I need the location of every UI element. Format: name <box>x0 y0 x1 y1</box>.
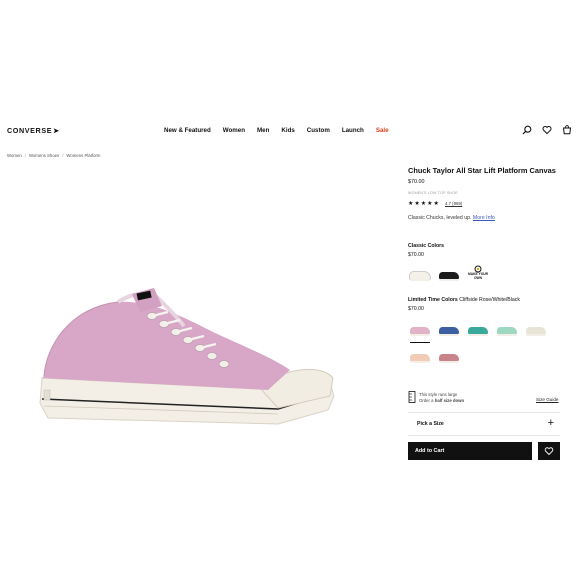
swatch-limited-mint[interactable] <box>495 318 519 342</box>
limited-colors-title: Limited Time Colors Cliffside Rose/White… <box>408 297 520 303</box>
breadcrumb-separator: / <box>24 153 26 158</box>
limited-colors-heading: Limited Time Colors <box>408 297 458 303</box>
swatch-limited-peach[interactable] <box>408 345 432 369</box>
rating-link[interactable]: 4.7 (969) <box>445 201 462 206</box>
nav-men[interactable]: Men <box>257 127 269 134</box>
breadcrumb-women[interactable]: Women <box>7 153 22 158</box>
nav-sale[interactable]: Sale <box>376 127 389 134</box>
nav-kids[interactable]: Kids <box>281 127 294 134</box>
swatch-limited-cream[interactable] <box>524 318 548 342</box>
selected-color-name: Cliffside Rose/White/Black <box>459 297 520 303</box>
product-price: $70.00 <box>408 179 425 185</box>
nav-custom[interactable]: Custom <box>307 127 330 134</box>
breadcrumb: Women / Womens Shoes / Womens Platform <box>7 153 103 158</box>
nav-women[interactable]: Women <box>223 127 245 134</box>
product-subtitle: WOMEN'S LOW TOP SHOE <box>408 191 458 195</box>
logo-arrow-icon: ➤ <box>53 128 60 135</box>
more-info-link[interactable]: More Info <box>473 215 495 221</box>
classic-colors-price: $70.00 <box>408 252 424 258</box>
make-your-own-swatch[interactable]: MAKE YOUR OWN <box>466 261 490 285</box>
main-nav: New & Featured Women Men Kids Custom Lau… <box>164 127 401 134</box>
product-title: Chuck Taylor All Star Lift Platform Canv… <box>408 166 556 175</box>
add-to-favorites-button[interactable] <box>538 442 560 460</box>
limited-colors-price: $70.00 <box>408 306 424 312</box>
swatch-limited-mauve[interactable] <box>437 345 461 369</box>
pick-size-dropdown[interactable]: Pick a Size + <box>408 412 560 436</box>
search-icon[interactable] <box>522 125 532 135</box>
rating-stars-icon: ★★★★★ <box>408 201 440 207</box>
swatch-limited-rose[interactable] <box>408 318 432 343</box>
swatch-limited-navy[interactable] <box>437 318 461 342</box>
size-guide-link[interactable]: Size Guide <box>536 397 558 402</box>
add-to-cart-label: Add to Cart <box>415 448 445 454</box>
swatch-classic-white[interactable] <box>408 263 432 287</box>
swatch-classic-black[interactable] <box>437 263 461 287</box>
product-image <box>39 288 335 425</box>
pick-size-label: Pick a Size <box>417 421 444 427</box>
bag-icon[interactable] <box>562 125 572 135</box>
heart-icon <box>544 447 554 456</box>
fit-note: This style runs large Order a half size … <box>419 392 464 403</box>
converse-logo[interactable]: CONVERSE➤ <box>7 126 60 135</box>
heart-icon[interactable] <box>542 125 552 135</box>
plus-icon: + <box>547 417 554 429</box>
fit-note-line2: Order a half size down <box>419 397 465 403</box>
ruler-icon <box>408 391 416 403</box>
nav-launch[interactable]: Launch <box>342 127 364 134</box>
classic-colors-title: Classic Colors <box>408 243 445 249</box>
add-to-cart-button[interactable]: Add to Cart <box>408 442 532 460</box>
logo-text: CONVERSE <box>7 126 53 135</box>
swatch-limited-teal[interactable] <box>466 318 490 342</box>
description-text: Classic Chucks, leveled up. <box>408 215 472 221</box>
nav-new-featured[interactable]: New & Featured <box>164 127 211 134</box>
make-your-own-label: MAKE YOUR OWN <box>467 272 489 280</box>
breadcrumb-womens-platform[interactable]: Womens Platform <box>66 153 100 158</box>
breadcrumb-separator: / <box>62 153 64 158</box>
product-description: Classic Chucks, leveled up. More Info <box>408 215 495 221</box>
breadcrumb-womens-shoes[interactable]: Womens Shoes <box>29 153 59 158</box>
